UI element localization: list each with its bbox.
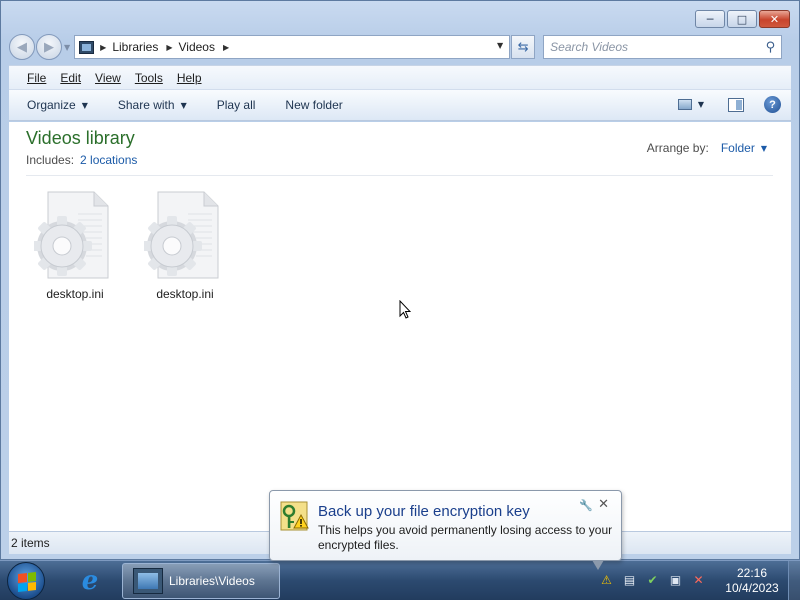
close-icon[interactable]: ✕ — [598, 497, 609, 512]
new-folder-label: New folder — [285, 98, 343, 112]
clock-time: 22:16 — [736, 566, 768, 580]
network-icon[interactable]: ▣ — [667, 571, 684, 588]
forward-button[interactable]: ▶ — [36, 34, 62, 60]
preview-pane-icon[interactable] — [728, 97, 744, 112]
taskbar-item-explorer[interactable]: Libraries\Videos — [122, 563, 280, 599]
security-check-icon[interactable]: ✔ — [644, 571, 661, 588]
file-name: desktop.ini — [46, 287, 104, 301]
taskbar: e Libraries\Videos ⚠ ▤ ✔ ▣ ✕ 22:16 10/4/… — [0, 560, 800, 600]
arrange-by-label: Arrange by: — [646, 141, 709, 155]
arrange-by-dropdown[interactable]: Folder — [721, 141, 755, 155]
recent-pages-dropdown-icon[interactable]: ▼ — [64, 43, 70, 52]
share-with-button[interactable]: Share with ▼ — [118, 98, 187, 112]
play-all-button[interactable]: Play all — [217, 98, 256, 112]
file-name: desktop.ini — [156, 287, 214, 301]
refresh-icon: ⇆ — [517, 39, 529, 55]
taskbar-item-label: Libraries\Videos — [169, 574, 255, 588]
action-center-icon[interactable]: ▤ — [621, 571, 638, 588]
breadcrumb-separator-icon[interactable]: ▶ — [223, 43, 229, 52]
new-folder-button[interactable]: New folder — [285, 98, 342, 112]
volume-muted-icon[interactable]: ✕ — [690, 571, 707, 588]
balloon-tail — [592, 560, 604, 570]
view-options-dropdown-icon[interactable]: ▼ — [698, 100, 704, 109]
breadcrumb-separator-icon[interactable]: ▶ — [166, 43, 172, 52]
chevron-down-icon[interactable]: ▼ — [761, 144, 767, 153]
refresh-button[interactable]: ⇆ — [511, 35, 536, 59]
encryption-key-warning-icon[interactable]: ⚠ — [598, 571, 615, 588]
minimize-button[interactable]: ─ — [695, 10, 725, 28]
library-title: Videos library — [26, 128, 135, 148]
close-icon: ✕ — [769, 12, 780, 26]
wrench-options-icon[interactable]: 🔧 — [579, 499, 593, 512]
locations-link[interactable]: 2 locations — [80, 153, 137, 167]
explorer-window: ─ □ ✕ ◀ ▶ ▼ ▶ Libraries ▶ Videos ▶ ▼ ⇆ S… — [0, 0, 800, 560]
organize-label: Organize — [27, 98, 76, 112]
search-icon[interactable]: ⚲ — [766, 40, 776, 55]
search-placeholder: Search Videos — [550, 40, 628, 54]
breadcrumb-videos[interactable]: Videos — [179, 40, 215, 54]
maximize-button[interactable]: □ — [727, 10, 757, 28]
item-count: 2 items — [11, 536, 50, 550]
address-history-dropdown-icon[interactable]: ▼ — [497, 41, 503, 50]
encryption-key-icon — [280, 501, 309, 531]
start-button[interactable] — [7, 562, 45, 600]
internet-explorer-icon: e — [81, 566, 99, 596]
maximize-icon: □ — [736, 12, 748, 26]
breadcrumb-libraries[interactable]: Libraries — [112, 40, 158, 54]
notification-area: ⚠ ▤ ✔ ▣ ✕ — [598, 571, 707, 588]
command-bar-right: ▼ ? — [677, 96, 781, 113]
minimize-icon: ─ — [706, 12, 714, 26]
organize-button[interactable]: Organize ▼ — [27, 98, 88, 112]
menu-tools[interactable]: Tools — [135, 71, 163, 85]
caption-buttons: ─ □ ✕ — [695, 10, 790, 28]
file-list-area[interactable]: Videos library Includes: 2 locations Arra… — [9, 122, 791, 531]
menu-bar: File Edit View Tools Help — [9, 65, 791, 89]
settings-file-icon — [144, 191, 219, 279]
video-library-icon — [133, 568, 163, 594]
navigation-row: ◀ ▶ ▼ ▶ Libraries ▶ Videos ▶ ▼ ⇆ Search … — [9, 34, 791, 60]
chevron-down-icon: ▼ — [81, 100, 88, 110]
command-bar: Organize ▼ Share with ▼ Play all New fol… — [9, 89, 791, 121]
breadcrumb-separator-icon[interactable]: ▶ — [100, 43, 106, 52]
change-view-icon[interactable] — [677, 99, 692, 110]
file-item[interactable]: desktop.ini — [135, 190, 235, 301]
chevron-down-icon: ▼ — [180, 100, 187, 110]
menu-edit[interactable]: Edit — [60, 71, 81, 85]
clock[interactable]: 22:16 10/4/2023 — [718, 566, 786, 596]
share-with-label: Share with — [117, 98, 175, 112]
library-includes: Includes: 2 locations — [26, 153, 137, 167]
includes-label: Includes: — [26, 153, 75, 167]
show-desktop-button[interactable] — [788, 561, 800, 600]
play-all-label: Play all — [216, 98, 256, 112]
menu-file[interactable]: File — [27, 71, 46, 85]
menu-view[interactable]: View — [95, 71, 121, 85]
forward-arrow-icon: ▶ — [44, 39, 54, 55]
internet-explorer-button[interactable]: e — [66, 564, 114, 598]
mouse-cursor-icon — [399, 300, 411, 319]
menu-help[interactable]: Help — [177, 71, 202, 85]
search-input[interactable]: Search Videos ⚲ — [543, 35, 783, 59]
address-bar[interactable]: ▶ Libraries ▶ Videos ▶ ▼ — [74, 35, 511, 59]
help-icon[interactable]: ? — [764, 96, 781, 113]
windows-logo-icon — [18, 572, 36, 592]
notification-title: Back up your file encryption key — [318, 503, 530, 520]
video-library-icon — [79, 40, 95, 54]
notification-text: This helps you avoid permanently losing … — [318, 523, 613, 552]
arrange-by: Arrange by: Folder ▼ — [647, 141, 767, 155]
notification-balloon[interactable]: Back up your file encryption key This he… — [269, 490, 622, 561]
file-item[interactable]: desktop.ini — [25, 190, 125, 301]
clock-date: 10/4/2023 — [725, 581, 779, 595]
settings-file-icon — [34, 191, 109, 279]
back-button[interactable]: ◀ — [9, 34, 35, 60]
back-arrow-icon: ◀ — [17, 39, 27, 55]
close-button[interactable]: ✕ — [759, 10, 790, 28]
header-divider — [26, 175, 773, 176]
